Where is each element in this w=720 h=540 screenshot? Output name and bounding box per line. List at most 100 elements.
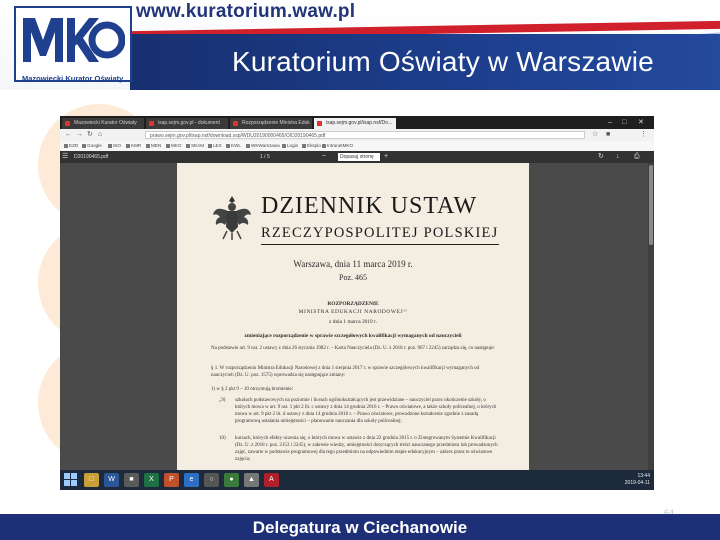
browser-tab-bar: Mazowiecki Kurator Oświaty isap.sejm.gov… — [60, 116, 654, 129]
close-icon[interactable]: ✕ — [638, 116, 644, 129]
document-date: Warszawa, dnia 11 marca 2019 r. — [293, 259, 413, 269]
app-icon[interactable]: ■ — [124, 473, 139, 487]
back-icon[interactable]: ← — [65, 130, 72, 140]
bookmark-item[interactable]: KMR — [126, 141, 141, 151]
acrobat-icon[interactable]: A — [264, 473, 279, 487]
pdf-viewer[interactable]: DZIENNIK USTAW RZECZYPOSPOLITEJ POLSKIEJ… — [60, 163, 654, 470]
url-input[interactable]: prawo.sejm.gov.pl/isap.nsf/download.xsp/… — [145, 131, 585, 139]
tab-label: Mazowiecki Kurator Oświaty — [74, 120, 137, 126]
pdf-toolbar: ☰ D20190465.pdf 1 / 5 − Dopasuj stronę +… — [60, 151, 654, 163]
document-subtitle: RZECZYPOSPOLITEJ POLSKIEJ — [261, 225, 499, 241]
windows-taskbar: □ W ■ X P e ○ ● ▲ A 13:44 2019-04-11 — [60, 470, 654, 490]
intro-paragraph: Na podstawie art. 9 ust. 2 ustawy z dnia… — [211, 346, 495, 351]
star-icon[interactable]: ☆ — [592, 130, 598, 140]
tab-label: Rozporządzenie Ministra Eduk — [242, 120, 310, 126]
chrome-icon[interactable]: ● — [224, 473, 239, 487]
maximize-icon[interactable]: □ — [622, 116, 626, 129]
browser-tab[interactable]: Mazowiecki Kurator Oświaty — [62, 118, 144, 129]
pdf-menu-icon[interactable]: ☰ — [62, 151, 68, 163]
print-icon[interactable]: ⎙ — [634, 151, 640, 163]
bookmark-item[interactable]: IntranetMKO — [322, 141, 353, 151]
browser-screenshot: Mazowiecki Kurator Oświaty isap.sejm.gov… — [60, 116, 654, 490]
bookmark-label: WKWarszawa — [251, 143, 280, 148]
favicon-icon — [149, 121, 154, 126]
slide-header: www.kuratorium.waw.pl Kuratorium Oświaty… — [0, 0, 720, 90]
document-title: DZIENNIK USTAW — [261, 193, 478, 219]
title-rule — [261, 244, 499, 245]
powerpoint-icon[interactable]: P — [164, 473, 179, 487]
favicon-icon — [65, 121, 70, 126]
word-icon[interactable]: W — [104, 473, 119, 487]
bookmark-item[interactable]: Google — [82, 141, 102, 151]
bookmark-item[interactable]: SIO — [108, 141, 121, 151]
minimize-icon[interactable]: – — [608, 116, 612, 129]
extension-icon[interactable]: ■ — [606, 130, 610, 140]
pdf-zoom-select[interactable]: Dopasuj stronę — [338, 153, 380, 161]
bookmark-item[interactable]: LEX — [208, 141, 222, 151]
home-icon[interactable]: ⌂ — [98, 130, 102, 140]
scrollbar-thumb[interactable] — [649, 165, 653, 245]
rotate-icon[interactable]: ↻ — [598, 151, 604, 163]
tab-label: isap.sejm.gov.pl/isap.nsf/Do... — [326, 120, 393, 126]
bookmark-item[interactable]: Eksplo — [302, 141, 321, 151]
bookmark-label: Login — [287, 143, 299, 148]
bookmark-item[interactable]: Login — [282, 141, 298, 151]
app-icon[interactable]: ○ — [204, 473, 219, 487]
bookmark-label: SIO — [113, 143, 121, 148]
bookmark-label: Eksplo — [307, 143, 321, 148]
bookmark-item[interactable]: WKWarszawa — [246, 141, 280, 151]
edge-icon[interactable]: e — [184, 473, 199, 487]
bookmark-label: KWL — [231, 143, 241, 148]
browser-tab[interactable]: isap.sejm.gov.pl - dokument — [146, 118, 228, 129]
reload-icon[interactable]: ↻ — [87, 130, 93, 140]
excel-icon[interactable]: X — [144, 473, 159, 487]
paragraph-1: § 1. W rozporządzeniu Ministra Edukacji … — [211, 366, 480, 378]
download-icon[interactable]: ↓ — [616, 151, 620, 163]
act-subject: zmieniające rozporządzenie w sprawie szc… — [244, 333, 462, 339]
taskbar-clock[interactable]: 13:44 2019-04-11 — [612, 473, 650, 487]
bookmark-label: IntranetMKO — [327, 143, 354, 148]
bookmark-item[interactable]: SEAM — [186, 141, 204, 151]
slide-footer: Delegatura w Ciechanowie — [0, 514, 720, 540]
header-title: Kuratorium Oświaty w Warszawie — [232, 46, 654, 77]
act-date: z dnia 1 marca 2019 r. — [329, 319, 377, 325]
explorer-icon[interactable]: □ — [84, 473, 99, 487]
mko-logo-mark — [23, 18, 125, 62]
footer-text: Delegatura w Ciechanowie — [252, 518, 468, 537]
eagle-emblem-icon — [213, 196, 251, 240]
mko-logo: Mazowiecki Kurator Oświaty — [14, 6, 132, 83]
windows-start-icon[interactable] — [64, 473, 77, 486]
bookmark-label: SEAM — [191, 143, 205, 148]
bookmark-label: KMR — [131, 143, 142, 148]
bookmark-item[interactable]: KWL — [226, 141, 241, 151]
act-type: ROZPORZĄDZENIE — [327, 301, 379, 307]
act-ministry: MINISTRA EDUKACJI NARODOWEJ¹⁾ — [298, 309, 408, 315]
item-9-text: szkołach podstawowych na poziomie i lice… — [235, 398, 497, 424]
favicon-icon — [317, 121, 322, 126]
bookmark-label: EZD — [69, 143, 79, 148]
zoom-in-icon[interactable]: + — [384, 151, 388, 163]
favicon-icon — [233, 121, 238, 126]
bookmark-label: Google — [87, 143, 102, 148]
pdf-scrollbar[interactable] — [648, 163, 654, 470]
browser-tab-active[interactable]: isap.sejm.gov.pl/isap.nsf/Do... — [314, 118, 396, 129]
browser-tab[interactable]: Rozporządzenie Ministra Eduk — [230, 118, 312, 129]
bookmark-label: MEN — [151, 143, 162, 148]
menu-icon[interactable]: ⋮ — [640, 130, 647, 140]
bookmark-item[interactable]: EZD — [64, 141, 78, 151]
pdf-page: DZIENNIK USTAW RZECZYPOSPOLITEJ POLSKIEJ… — [177, 163, 529, 470]
zoom-out-icon[interactable]: − — [322, 151, 326, 163]
item-10-text: kursach, których efekty uczenia się, o k… — [235, 436, 498, 462]
bookmark-item[interactable]: MKO — [166, 141, 181, 151]
app-icon[interactable]: ▲ — [244, 473, 259, 487]
header-url: www.kuratorium.waw.pl — [136, 1, 356, 22]
pdf-file-name: D20190465.pdf — [74, 154, 109, 160]
clock-time: 13:44 — [637, 473, 650, 479]
address-bar: ← → ↻ ⌂ prawo.sejm.gov.pl/isap.nsf/downl… — [60, 129, 654, 141]
point-1: 1) w § 2 pkt 9 – 10 otrzymują brzmienie: — [211, 387, 294, 392]
forward-icon[interactable]: → — [76, 130, 83, 140]
tab-label: isap.sejm.gov.pl - dokument — [158, 120, 220, 126]
bookmark-item[interactable]: MEN — [146, 141, 161, 151]
pdf-page-indicator[interactable]: 1 / 5 — [260, 151, 270, 163]
item-10-label: 10) — [219, 436, 226, 441]
